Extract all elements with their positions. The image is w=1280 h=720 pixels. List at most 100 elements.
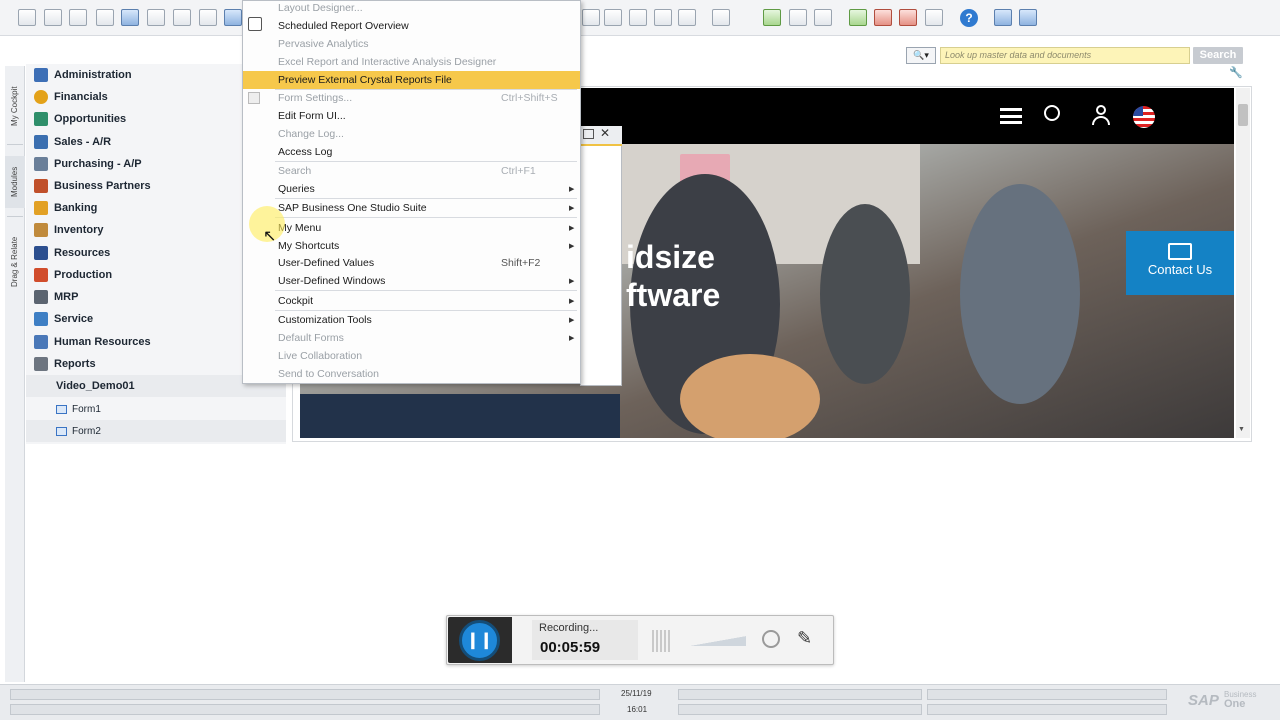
- sms-icon[interactable]: [96, 9, 114, 26]
- submenu-arrow-icon: ▶: [569, 225, 575, 232]
- tree-form2[interactable]: Form2: [56, 420, 101, 442]
- add-icon[interactable]: [604, 9, 622, 26]
- menu-item-search[interactable]: Search Ctrl+F1: [243, 162, 580, 180]
- module-opportunities[interactable]: Opportunities: [34, 108, 126, 130]
- module-production[interactable]: Production: [34, 264, 112, 286]
- menu-item-preview-crystal-reports[interactable]: Preview External Crystal Reports File: [243, 71, 580, 89]
- close-icon[interactable]: ✕: [600, 126, 610, 140]
- submenu-arrow-icon: ▶: [569, 243, 575, 250]
- scroll-down-arrow-icon[interactable]: ▼: [1238, 426, 1245, 433]
- settings-icon[interactable]: [994, 9, 1012, 26]
- search-icon[interactable]: [1044, 105, 1060, 121]
- search-button[interactable]: Search: [1193, 47, 1243, 64]
- export-pdf-icon[interactable]: [199, 9, 217, 26]
- tree-form1[interactable]: Form1: [56, 398, 101, 420]
- pause-recording-button[interactable]: ❙❙: [459, 620, 500, 661]
- menu-item-pervasive-analytics[interactable]: Pervasive Analytics: [243, 35, 580, 53]
- module-inventory[interactable]: Inventory: [34, 219, 104, 241]
- module-business-partners[interactable]: Business Partners: [34, 175, 151, 197]
- pin-icon[interactable]: 🔧: [1229, 66, 1243, 79]
- menu-item-access-log[interactable]: Access Log: [243, 143, 580, 161]
- menu-item-studio-suite[interactable]: SAP Business One Studio Suite ▶: [243, 199, 580, 217]
- maximize-icon[interactable]: [583, 129, 594, 139]
- email-icon[interactable]: [69, 9, 87, 26]
- export-word-icon[interactable]: [147, 9, 165, 26]
- folder-video-demo[interactable]: Video_Demo01: [56, 375, 135, 397]
- hero-headline: idsize ftware: [626, 238, 720, 314]
- first-record-icon[interactable]: [629, 9, 647, 26]
- menu-item-cockpit[interactable]: Cockpit ▶: [243, 292, 580, 310]
- hero-headline-line2: ftware: [626, 277, 721, 313]
- messages-icon[interactable]: [789, 9, 807, 26]
- menu-item-live-collaboration[interactable]: Live Collaboration: [243, 347, 580, 365]
- hamburger-menu-icon[interactable]: [1000, 108, 1022, 124]
- menu-item-customization-tools[interactable]: Customization Tools ▶: [243, 311, 580, 329]
- form-window-titlebar: ✕: [580, 126, 622, 146]
- menu-item-my-menu[interactable]: My Menu ▶: [243, 219, 580, 237]
- next-record-icon[interactable]: [678, 9, 696, 26]
- recording-status: Recording...: [539, 622, 599, 634]
- menu-item-user-defined-values[interactable]: User-Defined Values Shift+F2: [243, 254, 580, 272]
- volume-slider[interactable]: [688, 634, 746, 646]
- layout-icon[interactable]: [1019, 9, 1037, 26]
- pen-icon[interactable]: ✎: [797, 628, 812, 649]
- close-document-icon[interactable]: [874, 9, 892, 26]
- submenu-arrow-icon: ▶: [569, 298, 575, 305]
- previous-record-icon[interactable]: [654, 9, 672, 26]
- report-icon[interactable]: [899, 9, 917, 26]
- hierarchy-icon[interactable]: [925, 9, 943, 26]
- webcam-icon[interactable]: [762, 630, 780, 648]
- contact-us-button[interactable]: Contact Us: [1126, 231, 1234, 295]
- find-icon[interactable]: [582, 9, 600, 26]
- menu-item-my-shortcuts[interactable]: My Shortcuts ▶: [243, 237, 580, 255]
- us-flag-icon[interactable]: [1133, 106, 1155, 128]
- menu-item-queries[interactable]: Queries ▶: [243, 180, 580, 198]
- module-purchasing[interactable]: Purchasing - A/P: [34, 153, 142, 175]
- export-excel-icon[interactable]: [173, 9, 191, 26]
- browser-scrollbar-thumb[interactable]: [1238, 104, 1248, 126]
- purchasing-icon: [34, 157, 48, 171]
- module-financials[interactable]: Financials: [34, 86, 108, 108]
- browser-scrollbar[interactable]: [1236, 88, 1250, 438]
- form-window: [580, 126, 622, 386]
- edit-icon[interactable]: [712, 9, 730, 26]
- module-service[interactable]: Service: [34, 308, 93, 330]
- module-sales[interactable]: Sales - A/R: [34, 131, 111, 153]
- menu-item-excel-report-designer[interactable]: Excel Report and Interactive Analysis De…: [243, 53, 580, 71]
- sales-icon: [34, 135, 48, 149]
- tab-modules[interactable]: Modules: [5, 156, 25, 208]
- alerts-icon[interactable]: [814, 9, 832, 26]
- module-administration[interactable]: Administration: [34, 64, 132, 86]
- preview-icon[interactable]: [18, 9, 36, 26]
- tab-my-cockpit[interactable]: My Cockpit: [5, 76, 25, 136]
- module-mrp[interactable]: MRP: [34, 286, 78, 308]
- module-banking[interactable]: Banking: [34, 197, 97, 219]
- print-icon[interactable]: [44, 9, 62, 26]
- form-icon: [56, 404, 67, 414]
- tab-drag-relate[interactable]: Drag & Relate: [5, 226, 25, 298]
- menu-item-default-forms[interactable]: Default Forms ▶: [243, 329, 580, 347]
- launch-icon[interactable]: [224, 9, 242, 26]
- production-icon: [34, 268, 48, 282]
- search-scope-dropdown[interactable]: 🔍▾: [906, 47, 936, 64]
- fax-icon[interactable]: [121, 9, 139, 26]
- submenu-arrow-icon: ▶: [569, 205, 575, 212]
- menu-item-layout-designer[interactable]: Layout Designer...: [243, 0, 580, 17]
- menu-item-scheduled-report-overview[interactable]: Scheduled Report Overview: [243, 17, 580, 35]
- hero-desk: [300, 394, 620, 438]
- menu-item-change-log[interactable]: Change Log...: [243, 125, 580, 143]
- menu-item-edit-form-ui[interactable]: Edit Form UI...: [243, 107, 580, 125]
- module-human-resources[interactable]: Human Resources: [34, 331, 151, 353]
- module-resources[interactable]: Resources: [34, 242, 110, 264]
- menu-item-send-to-conversation[interactable]: Send to Conversation: [243, 365, 580, 383]
- menu-item-user-defined-windows[interactable]: User-Defined Windows ▶: [243, 272, 580, 290]
- module-reports[interactable]: Reports: [34, 353, 96, 375]
- help-icon[interactable]: ?: [960, 9, 978, 27]
- status-field: [678, 689, 922, 700]
- financials-icon: [34, 90, 48, 104]
- menu-item-form-settings[interactable]: Form Settings... Ctrl+Shift+S: [243, 89, 580, 107]
- copy-from-icon[interactable]: [763, 9, 781, 26]
- calendar-icon[interactable]: [849, 9, 867, 26]
- user-icon[interactable]: [1090, 105, 1112, 127]
- search-input[interactable]: Look up master data and documents: [940, 47, 1190, 64]
